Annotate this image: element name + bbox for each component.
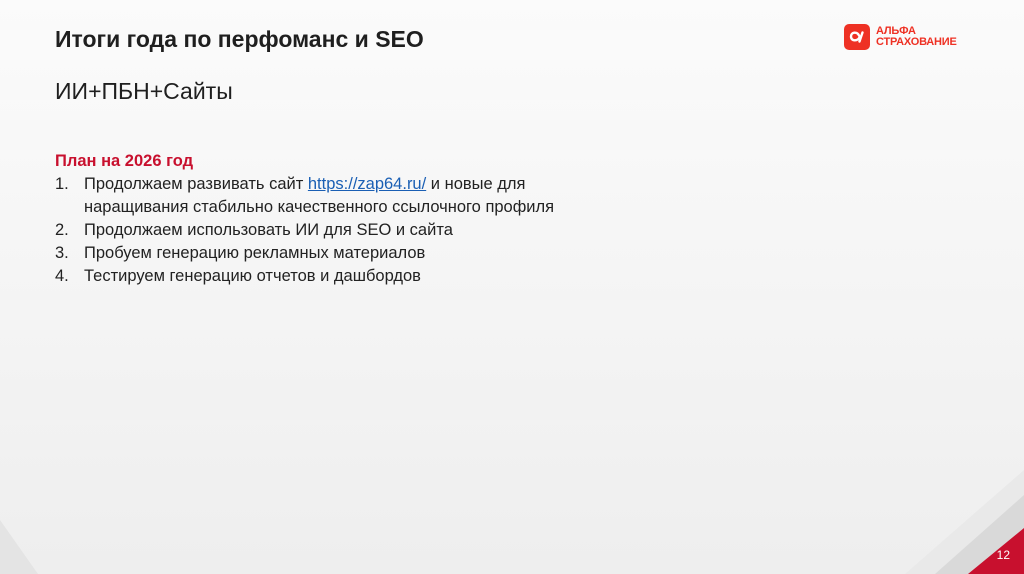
slide-subtitle: ИИ+ПБН+Сайты — [55, 78, 233, 104]
alfa-strakhovanie-logo: АЛЬФА СТРАХОВАНИЕ — [844, 24, 957, 50]
logo-wordmark: АЛЬФА СТРАХОВАНИЕ — [876, 26, 957, 48]
list-item: 2. Продолжаем использовать ИИ для SEO и … — [55, 219, 575, 242]
slide-title: Итоги года по перфоманс и SEO — [55, 26, 424, 52]
plan-heading: План на 2026 год — [55, 152, 194, 170]
plan-section: План на 2026 год 1. Продолжаем развивать… — [55, 150, 575, 288]
plan-list: 1. Продолжаем развивать сайт https://zap… — [55, 173, 575, 288]
logo-line-2: СТРАХОВАНИЕ — [876, 36, 957, 48]
list-item: 4. Тестируем генерацию отчетов и дашборд… — [55, 265, 575, 288]
item-text: Продолжаем развивать сайт https://zap64.… — [84, 173, 575, 219]
list-item: 3. Пробуем генерацию рекламных материало… — [55, 242, 575, 265]
alpha-logo-icon — [844, 24, 870, 50]
item-number: 1. — [55, 175, 69, 193]
list-item: 1. Продолжаем развивать сайт https://zap… — [55, 173, 575, 219]
item-text: Тестируем генерацию отчетов и дашбордов — [84, 267, 421, 285]
item-text: Продолжаем использовать ИИ для SEO и сай… — [84, 221, 453, 239]
item-text-before-link: Продолжаем развивать сайт — [84, 175, 308, 193]
site-link[interactable]: https://zap64.ru/ — [308, 175, 426, 193]
item-number: 2. — [55, 221, 69, 239]
item-number: 3. — [55, 244, 69, 262]
item-text: Пробуем генерацию рекламных материалов — [84, 244, 426, 262]
item-number: 4. — [55, 267, 69, 285]
page-number: 12 — [996, 548, 1010, 562]
